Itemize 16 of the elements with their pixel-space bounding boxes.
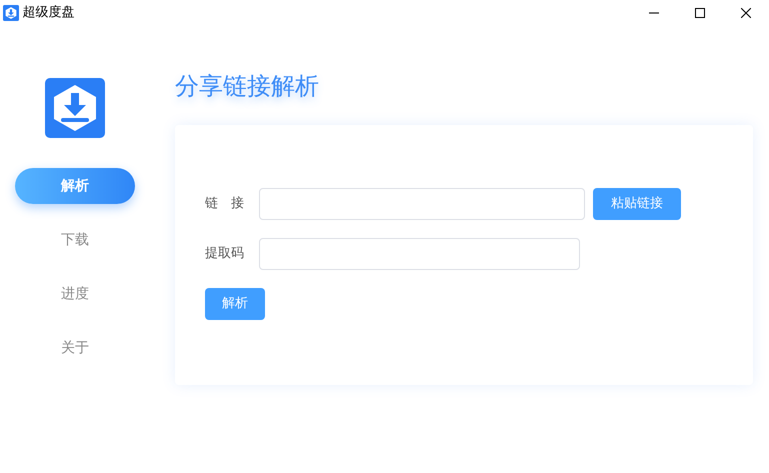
sidebar-item[interactable]: 下载 (15, 222, 135, 258)
parse-button[interactable]: 解析 (205, 288, 265, 320)
sidebar-item[interactable]: 进度 (15, 276, 135, 312)
close-icon[interactable] (741, 8, 751, 18)
code-label: 提取码 (205, 245, 245, 264)
paste-link-button[interactable]: 粘贴链接 (593, 188, 681, 220)
logo-icon (45, 78, 105, 138)
window-title: 超级度盘 (22, 4, 74, 22)
link-input[interactable] (259, 188, 585, 220)
app-icon (3, 5, 20, 21)
page-title: 分享链接解析 (175, 72, 320, 101)
maximize-icon[interactable] (695, 8, 705, 18)
sidebar-item[interactable]: 解析 (15, 168, 135, 204)
code-input[interactable] (259, 238, 580, 270)
sidebar-item[interactable]: 关于 (15, 330, 135, 366)
link-label: 链 接 (205, 195, 245, 214)
